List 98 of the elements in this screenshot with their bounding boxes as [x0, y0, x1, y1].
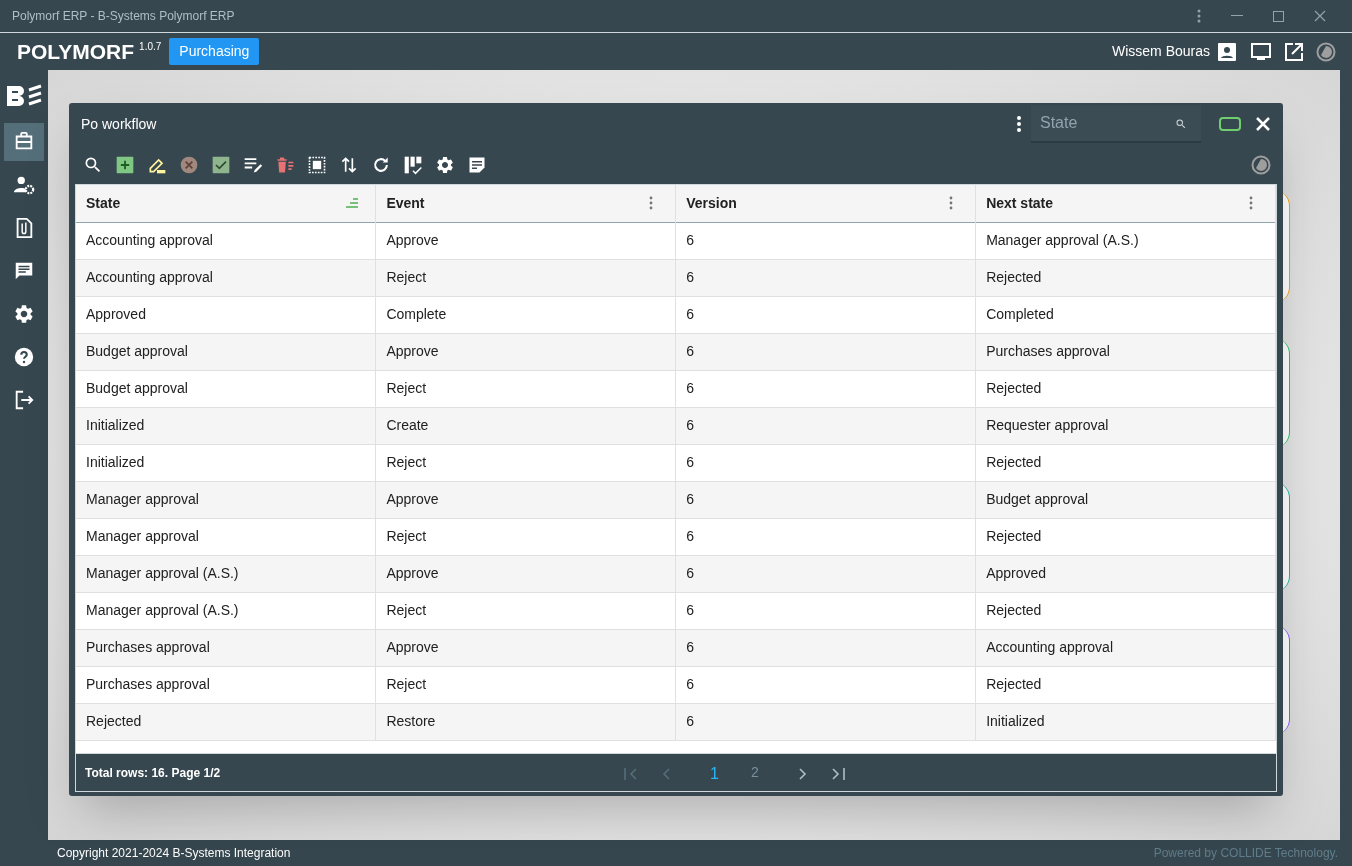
open-external-icon[interactable]	[1285, 42, 1303, 61]
window-title: Polymorf ERP - B-Systems Polymorf ERP	[12, 8, 235, 25]
last-page-icon[interactable]	[830, 768, 845, 780]
table-cell: Manager approval (A.S.)	[76, 592, 376, 629]
search-icon[interactable]	[1175, 118, 1187, 130]
table-cell: Initialized	[76, 407, 376, 444]
theme-icon[interactable]	[1316, 41, 1336, 62]
copyright-text: Copyright 2021-2024 B-Systems Integration	[57, 845, 291, 862]
table-cell: Restore	[375, 703, 676, 740]
table-cell: Requester approval	[975, 407, 1276, 444]
table-cell: Rejected	[975, 370, 1276, 407]
column-menu-icon[interactable]	[649, 196, 654, 211]
theme-icon[interactable]	[1251, 154, 1271, 175]
table-cell: 6	[675, 407, 976, 444]
table-cell: 6	[675, 629, 976, 666]
maximize-icon[interactable]	[1273, 10, 1284, 22]
columns-check-icon[interactable]	[403, 154, 423, 175]
table-cell: Budget approval	[975, 481, 1276, 518]
table-cell: Purchases approval	[76, 629, 376, 666]
table-cell: 6	[675, 481, 976, 518]
table-cell: Reject	[375, 592, 676, 629]
table-cell: Reject	[375, 259, 676, 296]
settings-icon[interactable]	[435, 154, 455, 175]
table-cell: Approve	[375, 222, 676, 259]
next-page-icon[interactable]	[798, 768, 807, 780]
account-icon[interactable]	[1218, 42, 1236, 61]
table-cell: Approve	[375, 629, 676, 666]
table-cell: Manager approval (A.S.)	[975, 222, 1276, 259]
select-all-icon[interactable]	[307, 154, 327, 175]
table-cell: Reject	[375, 518, 676, 555]
column-header[interactable]: State	[86, 192, 121, 214]
table-cell: 6	[675, 222, 976, 259]
table-cell: Accounting approval	[76, 259, 376, 296]
table-cell: Approved	[76, 296, 376, 333]
column-header[interactable]: Next state	[986, 192, 1054, 214]
table-cell: Purchases approval	[76, 666, 376, 703]
table-cell: Create	[375, 407, 676, 444]
powered-by-text: Powered by COLLIDE Technology.	[1153, 845, 1338, 862]
pager-summary: Total rows: 16. Page 1/2	[85, 764, 221, 782]
column-menu-icon[interactable]	[1249, 196, 1253, 211]
table-cell: Accounting approval	[975, 629, 1276, 666]
column-header[interactable]: Event	[386, 192, 425, 214]
table-cell: 6	[675, 592, 976, 629]
table-cell: Accounting approval	[76, 222, 376, 259]
settings-icon	[13, 303, 35, 325]
table-cell: Rejected	[975, 259, 1276, 296]
table-cell: Rejected	[975, 518, 1276, 555]
table-cell: Manager approval (A.S.)	[76, 555, 376, 592]
logout-icon	[13, 389, 35, 411]
sort-arrows-icon[interactable]	[339, 154, 359, 175]
table-cell: 6	[675, 259, 976, 296]
table-cell: Purchases approval	[975, 333, 1276, 370]
table-cell: Reject	[375, 370, 676, 407]
cancel-icon[interactable]	[179, 154, 199, 175]
dialog-title: Po workflow	[81, 114, 157, 134]
table-cell: 6	[675, 518, 976, 555]
logo-icon	[5, 84, 43, 108]
page-button[interactable]: 1	[704, 762, 725, 786]
more-options-icon[interactable]	[1017, 116, 1021, 132]
check-icon[interactable]	[211, 154, 231, 175]
help-icon	[13, 346, 35, 368]
table-cell: Rejected	[975, 666, 1276, 703]
version-label: 1.0.7	[139, 40, 162, 54]
table-cell: 6	[675, 296, 976, 333]
table-cell: Rejected	[975, 444, 1276, 481]
window-mode-icon[interactable]	[1219, 117, 1241, 131]
column-menu-icon[interactable]	[949, 196, 954, 211]
table-cell: 6	[675, 555, 976, 592]
table-cell: Completed	[975, 296, 1276, 333]
add-icon[interactable]	[115, 154, 135, 175]
column-header[interactable]: Version	[686, 192, 737, 214]
table-cell: Rejected	[76, 703, 376, 740]
user-name: Wissem Bouras	[1111, 42, 1210, 61]
screen-icon[interactable]	[1251, 42, 1271, 61]
table-cell: Manager approval	[76, 518, 376, 555]
table-cell: 6	[675, 444, 976, 481]
sidebar-item[interactable]	[4, 123, 44, 161]
table-cell: 6	[675, 333, 976, 370]
table-cell: 6	[675, 370, 976, 407]
search-field[interactable]: State	[1031, 105, 1201, 143]
table-cell: Initialized	[975, 703, 1276, 740]
minimize-icon[interactable]	[1231, 15, 1243, 17]
table-cell: Approved	[975, 555, 1276, 592]
table-cell: Approve	[375, 481, 676, 518]
table-cell: Budget approval	[76, 333, 376, 370]
table-cell: Rejected	[975, 592, 1276, 629]
table-cell: Reject	[375, 444, 676, 481]
table-cell: 6	[675, 666, 976, 703]
table-cell: Approve	[375, 555, 676, 592]
table-cell: Initialized	[76, 444, 376, 481]
user-gear-icon	[13, 174, 35, 196]
brand-name: POLYMORF	[17, 38, 135, 65]
table-cell: Manager approval	[76, 481, 376, 518]
table-cell: 6	[675, 703, 976, 740]
table-cell: Approve	[375, 333, 676, 370]
table-cell: Reject	[375, 666, 676, 703]
table-cell: Complete	[375, 296, 676, 333]
table-cell: Budget approval	[76, 370, 376, 407]
